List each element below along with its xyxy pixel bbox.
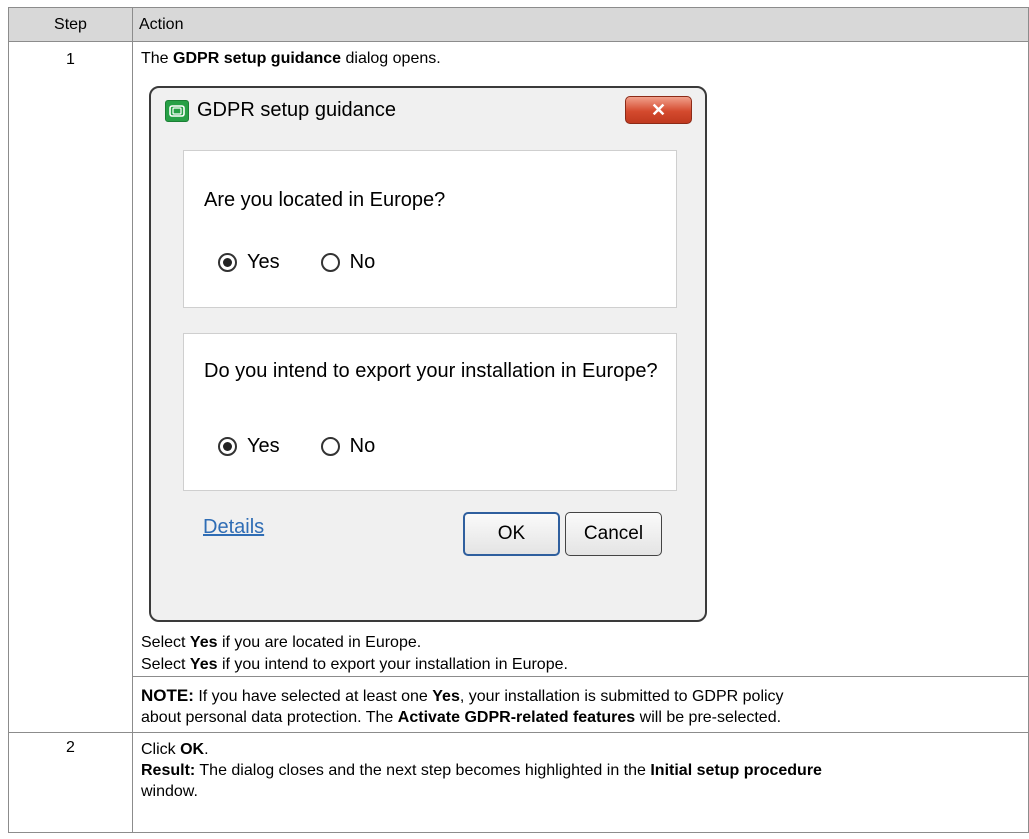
procedure-table: Step Action 1 The GDPR setup guidance di… <box>8 7 1029 833</box>
dialog-title: GDPR setup guidance <box>197 99 397 121</box>
header-action: Action <box>133 8 1029 42</box>
gdpr-dialog: GDPR setup guidance ✕ Are you located in… <box>149 86 707 622</box>
ok-button[interactable]: OK <box>463 512 560 556</box>
select-line-1: Select Yes if you are located in Europe. <box>141 634 422 651</box>
radio-group-location: Yes No <box>218 251 375 274</box>
close-x-icon: ✕ <box>650 99 667 120</box>
question-export: Do you intend to export your installatio… <box>204 360 658 382</box>
question-location: Are you located in Europe? <box>204 189 446 211</box>
cancel-button[interactable]: Cancel <box>565 512 662 556</box>
dialog-title-bar: GDPR setup guidance <box>165 99 396 122</box>
note-label: NOTE: <box>141 686 194 705</box>
radio-label: No <box>349 435 376 457</box>
radio-unchecked-icon <box>320 437 340 456</box>
question-panel-location: Are you located in Europe? Yes No <box>183 150 677 308</box>
details-link[interactable]: Details <box>203 516 264 539</box>
radio-yes-export[interactable]: Yes <box>218 435 280 458</box>
select-line-2: Select Yes if you intend to export your … <box>141 656 568 673</box>
action-cell: The GDPR setup guidance dialog opens. GD… <box>133 42 1029 733</box>
result-text-cont: window. <box>141 783 198 800</box>
select-instructions: Select Yes if you are located in Europe.… <box>141 632 568 676</box>
intro-text: The GDPR setup guidance dialog opens. <box>141 50 441 67</box>
question-panel-export: Do you intend to export your installatio… <box>183 333 677 491</box>
radio-checked-icon <box>218 253 237 272</box>
radio-no-export[interactable]: No <box>320 435 376 458</box>
note-text: NOTE: If you have selected at least one … <box>141 686 784 726</box>
table-header-row: Step Action <box>9 8 1029 42</box>
divider <box>133 676 1028 677</box>
step-number: 1 <box>9 42 133 733</box>
header-step: Step <box>9 8 133 42</box>
radio-yes-location[interactable]: Yes <box>218 251 280 274</box>
radio-unchecked-icon <box>320 253 340 272</box>
radio-no-location[interactable]: No <box>320 251 376 274</box>
radio-checked-icon <box>218 437 237 456</box>
radio-label: No <box>349 251 376 273</box>
action-cell: Click OK. Result: The dialog closes and … <box>133 733 1029 833</box>
result-text: Result: The dialog closes and the next s… <box>141 762 822 779</box>
click-ok-text: Click OK. <box>141 741 209 758</box>
table-row: 2 Click OK. Result: The dialog closes an… <box>9 733 1029 833</box>
radio-label: Yes <box>247 435 280 457</box>
table-row: 1 The GDPR setup guidance dialog opens. … <box>9 42 1029 733</box>
radio-group-export: Yes No <box>218 435 375 458</box>
step-number: 2 <box>9 733 133 833</box>
radio-label: Yes <box>247 251 280 273</box>
gdpr-app-icon <box>165 99 189 122</box>
close-button[interactable]: ✕ <box>625 96 692 124</box>
